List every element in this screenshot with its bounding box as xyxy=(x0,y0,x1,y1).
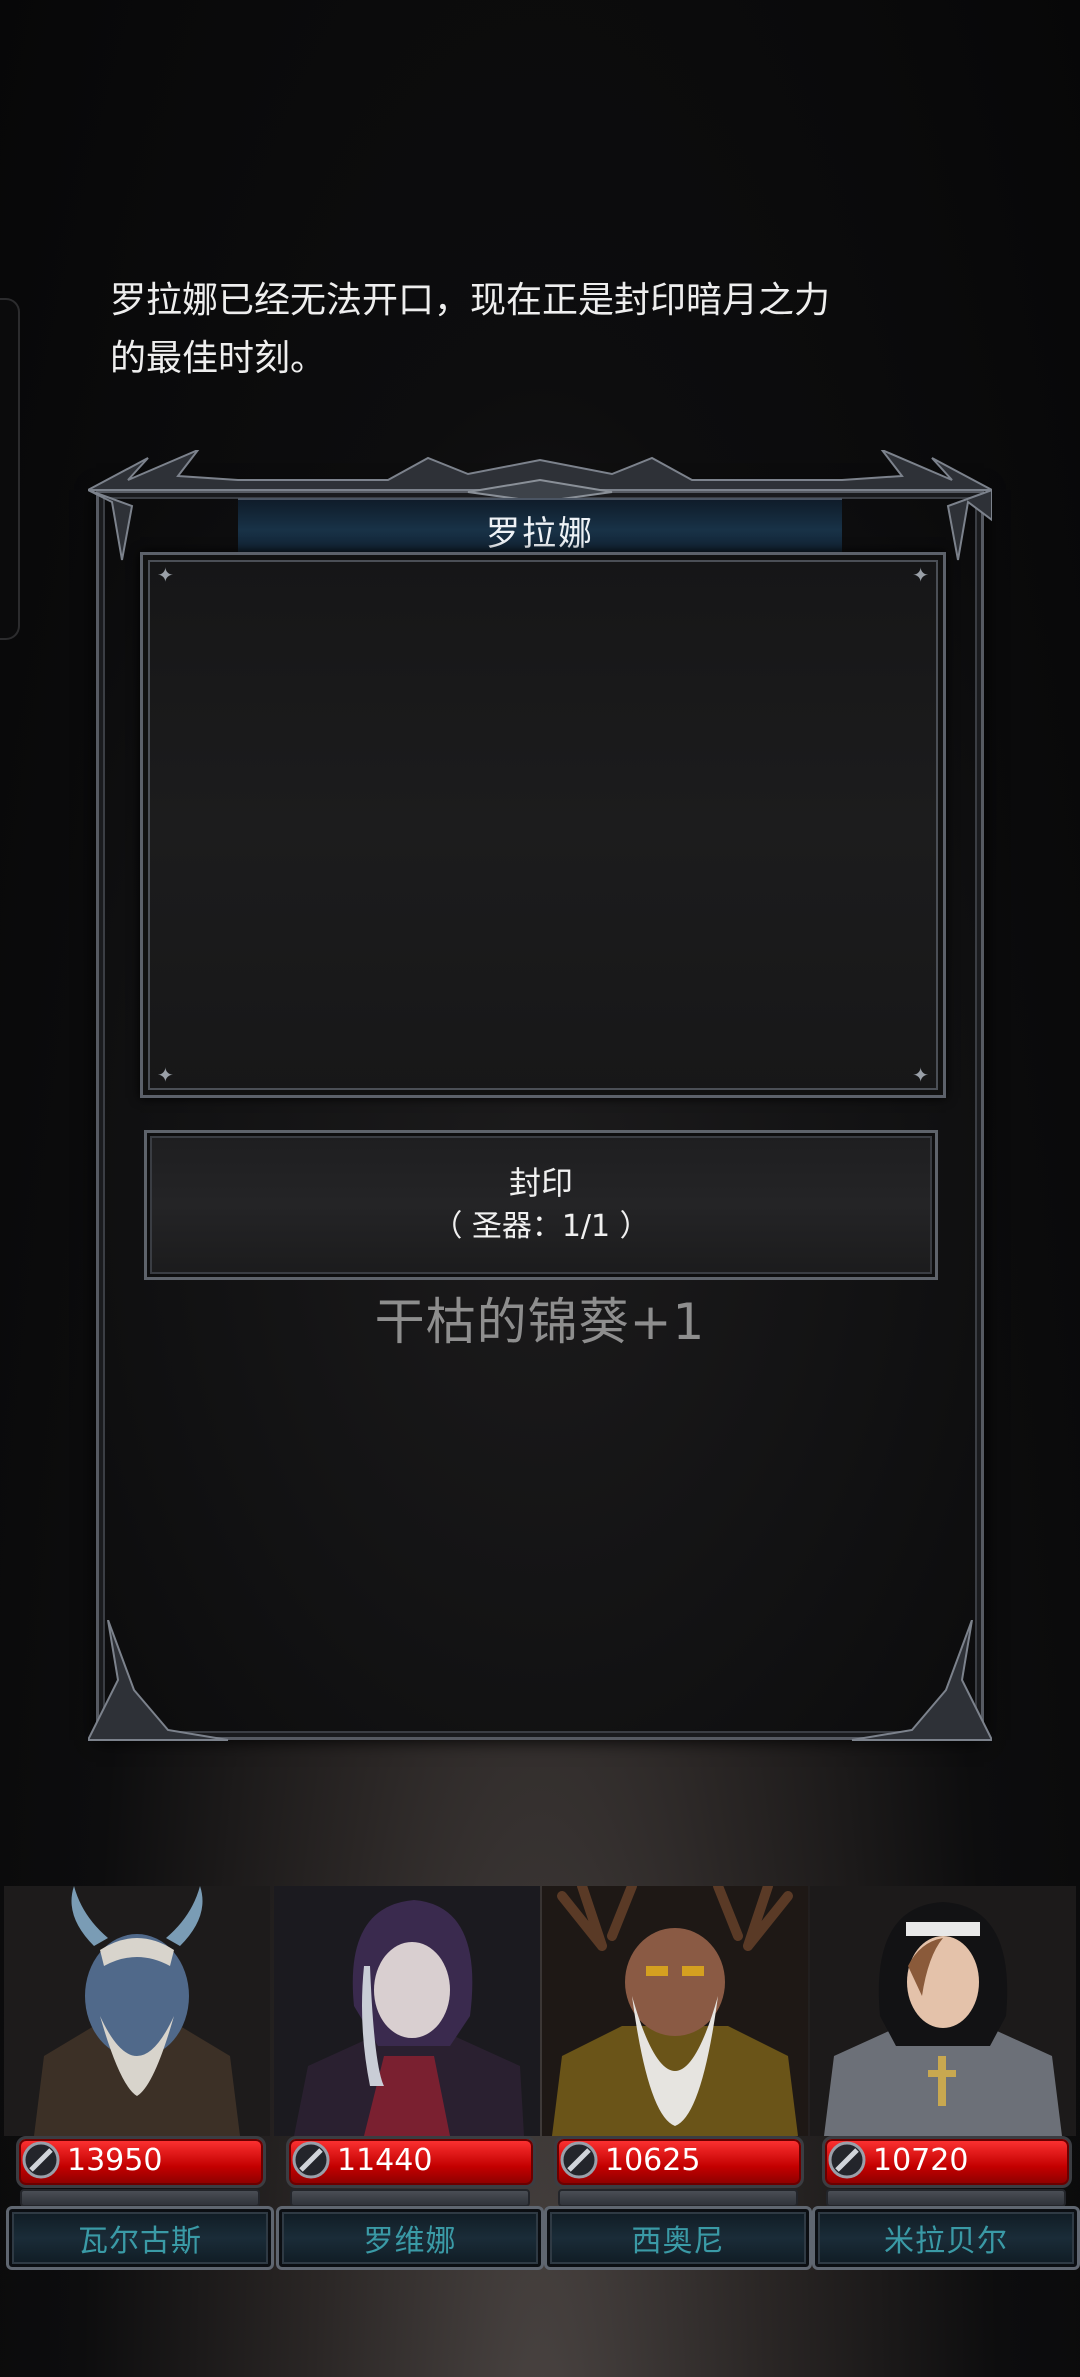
dialog-message: 罗拉娜已经无法开口，现在正是封印暗月之力的最佳时刻。 xyxy=(110,280,831,379)
member-name: 西奥尼 xyxy=(631,2224,725,2259)
hp-value: 11440 xyxy=(337,2143,433,2178)
sparkle-icon: ✦ xyxy=(912,563,929,587)
hp-value: 13950 xyxy=(67,2143,163,2178)
sword-shield-icon xyxy=(560,2141,598,2179)
member-name: 瓦尔古斯 xyxy=(78,2224,202,2259)
dialog-title: 罗拉娜 xyxy=(486,513,594,554)
hooded-sorceress-portrait xyxy=(274,1886,540,2136)
ornate-frame-bottom xyxy=(88,1620,992,1741)
seal-action-button[interactable]: 封印 （ 圣器：1/1 ） xyxy=(144,1130,938,1280)
event-dialog: 罗拉娜 ✦ ✦ ✦ ✦ 封印 （ 圣器：1/1 ） 干枯的锦葵+1 xyxy=(88,450,992,1750)
sword-shield-icon xyxy=(292,2141,330,2179)
sword-shield-icon xyxy=(828,2141,866,2179)
hp-value: 10625 xyxy=(605,2143,701,2178)
member-name: 米拉贝尔 xyxy=(884,2224,1008,2259)
sparkle-icon: ✦ xyxy=(912,1063,929,1087)
energy-bar xyxy=(20,2189,260,2207)
hp-bar: 10625 xyxy=(554,2136,804,2188)
hp-bar: 10720 xyxy=(822,2136,1072,2188)
party-member-card[interactable]: 13950 瓦尔古斯 xyxy=(4,1886,274,2276)
game-screen: 罗拉娜 ✦ ✦ ✦ ✦ 封印 （ 圣器：1/1 ） 干枯的锦葵+1 罗拉娜已经无… xyxy=(0,0,1080,2377)
edge-handle[interactable] xyxy=(0,298,20,640)
sparkle-icon: ✦ xyxy=(157,563,174,587)
reward-text: 干枯的锦葵+1 xyxy=(374,1293,706,1351)
sparkle-icon: ✦ xyxy=(157,1063,174,1087)
message-box: ✦ ✦ ✦ ✦ xyxy=(140,552,946,1098)
antlered-elder-portrait xyxy=(542,1886,808,2136)
member-name-plate[interactable]: 西奥尼 xyxy=(544,2206,812,2270)
party-member-card[interactable]: 11440 罗维娜 xyxy=(274,1886,544,2276)
party-bar: 13950 瓦尔古斯 11440 罗维娜 10625 西奥尼 10720 米拉贝… xyxy=(0,1886,1080,2276)
hp-bar: 11440 xyxy=(286,2136,536,2188)
member-name-plate[interactable]: 米拉贝尔 xyxy=(812,2206,1080,2270)
energy-bar xyxy=(826,2189,1066,2207)
sword-shield-icon xyxy=(22,2141,60,2179)
member-name-plate[interactable]: 瓦尔古斯 xyxy=(6,2206,274,2270)
member-name-plate[interactable]: 罗维娜 xyxy=(276,2206,544,2270)
action-requirement: （ 圣器：1/1 ） xyxy=(432,1209,650,1244)
nun-fighter-portrait xyxy=(810,1886,1076,2136)
hp-bar: 13950 xyxy=(16,2136,266,2188)
energy-bar xyxy=(558,2189,798,2207)
member-name: 罗维娜 xyxy=(363,2224,457,2259)
party-member-card[interactable]: 10720 米拉贝尔 xyxy=(810,1886,1080,2276)
party-member-card[interactable]: 10625 西奥尼 xyxy=(542,1886,812,2276)
hp-value: 10720 xyxy=(873,2143,969,2178)
energy-bar xyxy=(290,2189,530,2207)
horned-warrior-portrait xyxy=(4,1886,270,2136)
action-label: 封印 xyxy=(508,1164,573,1202)
